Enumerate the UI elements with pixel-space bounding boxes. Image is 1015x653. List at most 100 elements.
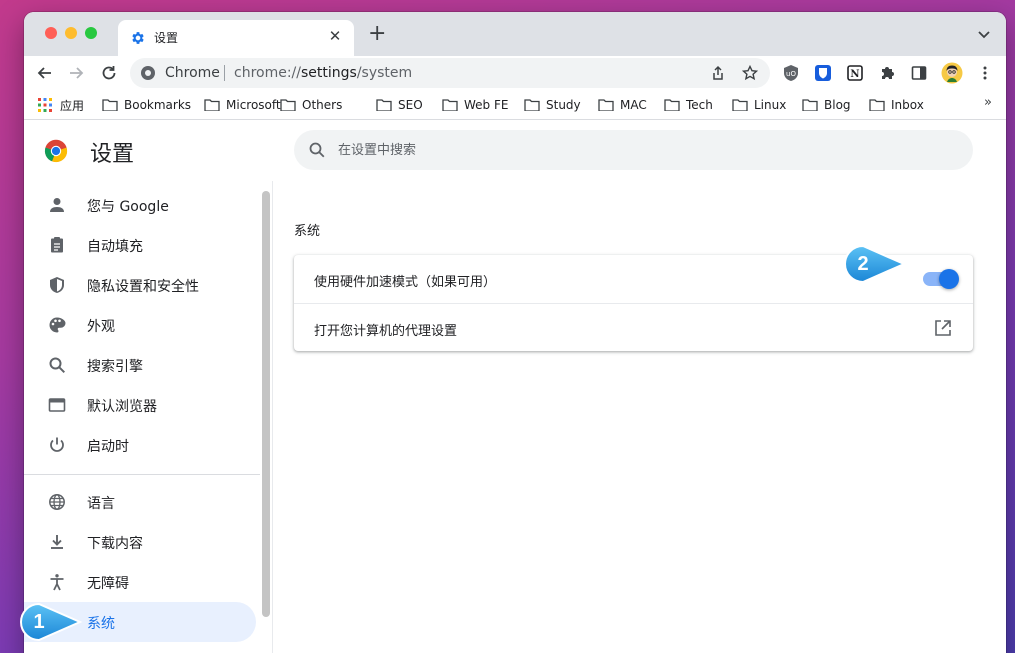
bookmark-label: Microsoft <box>226 98 281 112</box>
bookmark-folder-microsoft[interactable]: Microsoft <box>204 96 281 114</box>
power-icon <box>48 436 66 454</box>
hardware-acceleration-label: 使用硬件加速模式（如果可用） <box>314 275 497 290</box>
sidebar-item-accessibility[interactable]: 无障碍 <box>24 562 256 602</box>
sidebar-item-label: 启动时 <box>87 439 129 455</box>
reload-icon[interactable] <box>98 62 120 84</box>
bookmark-star-icon[interactable] <box>741 64 759 81</box>
folder-icon <box>598 99 614 111</box>
search-icon <box>48 356 66 374</box>
bookmark-folder-web-fe[interactable]: Web FE <box>442 96 508 114</box>
bookmark-label: SEO <box>398 98 423 112</box>
clipboard-icon <box>48 236 66 254</box>
forward-arrow-icon[interactable] <box>65 62 87 84</box>
sidebar-item-label: 无障碍 <box>87 576 129 592</box>
sidebar-item-palette[interactable]: 外观 <box>24 305 256 345</box>
chrome-logo-icon <box>44 139 68 163</box>
omnibox-separator <box>224 65 225 81</box>
svg-text:N: N <box>850 69 859 80</box>
zoom-window-button[interactable] <box>85 27 97 39</box>
sidebar-item-globe[interactable]: 语言 <box>24 482 256 522</box>
sidebar-item-search[interactable]: 搜索引擎 <box>24 345 256 385</box>
bookmarks-bar: 应用 Bookmarks Microsoft Others SEO Web FE Stud… <box>24 90 1006 120</box>
url-prefix: chrome:// <box>234 65 301 81</box>
sidebar-scrollbar[interactable] <box>262 191 270 617</box>
tab-settings[interactable]: 设置 ✕ <box>118 20 354 56</box>
folder-icon <box>664 99 680 111</box>
hardware-acceleration-toggle[interactable] <box>923 269 959 289</box>
callout-badge-2: 2 <box>844 245 907 283</box>
url-host: settings <box>301 65 357 81</box>
bookmark-label: Others <box>302 98 343 112</box>
settings-search-bar[interactable] <box>294 130 973 170</box>
tab-strip: 设置 ✕ + <box>24 12 1006 56</box>
share-icon[interactable] <box>710 65 726 81</box>
sidebar-item-label: 默认浏览器 <box>87 399 157 415</box>
accessibility-icon <box>48 573 66 591</box>
bookmark-folder-seo[interactable]: SEO <box>376 96 423 114</box>
sidebar-item-download[interactable]: 下载内容 <box>24 522 256 562</box>
bookmark-label: Blog <box>824 98 851 112</box>
sidebar-item-label: 搜索引擎 <box>87 359 143 375</box>
tab-title: 设置 <box>154 31 179 45</box>
bitwarden-extension-icon[interactable] <box>814 64 832 82</box>
bookmark-folder-study[interactable]: Study <box>524 96 581 114</box>
sidebar-item-label: 下载内容 <box>87 536 143 552</box>
side-panel-icon[interactable] <box>910 64 928 82</box>
bookmark-folder-others[interactable]: Others <box>280 96 342 114</box>
settings-sidebar: 您与 Google 自动填充隐私设置和安全性外观搜索引擎默认浏览器启动时语言下载内… <box>24 181 260 653</box>
bookmark-label: Bookmarks <box>124 98 192 112</box>
bookmark-apps[interactable]: 应用 <box>38 96 84 114</box>
ublock-extension-icon[interactable]: uO <box>782 64 800 82</box>
content-divider <box>272 181 273 653</box>
bookmark-folder-bookmarks[interactable]: Bookmarks <box>102 96 191 114</box>
bookmark-folder-tech[interactable]: Tech <box>664 96 713 114</box>
bookmark-label: Study <box>546 98 581 112</box>
bookmark-folder-blog[interactable]: Blog <box>802 96 851 114</box>
sidebar-item-shield[interactable]: 隐私设置和安全性 <box>24 265 256 305</box>
person-icon <box>48 196 66 214</box>
bookmark-label: 应用 <box>60 98 85 113</box>
omnibox[interactable]: Chrome chrome://settings/system <box>130 58 770 88</box>
callout-badge-1: 1 <box>20 603 83 641</box>
settings-search-input[interactable] <box>338 130 938 170</box>
sidebar-item-clipboard[interactable]: 自动填充 <box>24 225 256 265</box>
sidebar-item-label: 语言 <box>87 496 115 512</box>
bookmarks-overflow-chevron[interactable]: » <box>984 95 992 110</box>
sidebar-item-person[interactable]: 您与 Google <box>24 185 256 225</box>
sidebar-divider <box>24 474 260 475</box>
page-title: 设置 <box>90 142 135 167</box>
sidebar-item-label: 自动填充 <box>87 239 143 255</box>
bookmark-label: Tech <box>686 98 713 112</box>
proxy-settings-label: 打开您计算机的代理设置 <box>314 324 458 339</box>
puzzle-extensions-icon[interactable] <box>878 64 896 82</box>
folder-icon <box>280 99 296 111</box>
notion-extension-icon[interactable]: N <box>846 64 864 82</box>
bookmark-label: Linux <box>754 98 787 112</box>
back-arrow-icon[interactable] <box>34 62 56 84</box>
bookmark-folder-mac[interactable]: MAC <box>598 96 647 114</box>
chevron-down-icon[interactable] <box>976 26 992 42</box>
close-window-button[interactable] <box>45 27 57 39</box>
callout-number: 2 <box>857 253 869 275</box>
close-tab-icon[interactable]: ✕ <box>326 27 344 45</box>
gear-icon <box>130 30 146 46</box>
new-tab-button[interactable]: + <box>368 22 386 46</box>
proxy-settings-row[interactable]: 打开您计算机的代理设置 <box>294 303 973 351</box>
download-icon <box>48 533 66 551</box>
bookmark-folder-linux[interactable]: Linux <box>732 96 786 114</box>
minimize-window-button[interactable] <box>65 27 77 39</box>
callout-number: 1 <box>33 611 45 633</box>
external-link-icon[interactable] <box>933 318 953 338</box>
sidebar-item-label: 隐私设置和安全性 <box>87 279 199 295</box>
palette-icon <box>48 316 66 334</box>
sidebar-item-browser-window[interactable]: 默认浏览器 <box>24 385 256 425</box>
bookmark-folder-inbox[interactable]: Inbox <box>869 96 924 114</box>
folder-icon <box>524 99 540 111</box>
sidebar-item-label: 系统 <box>87 616 115 632</box>
more-vertical-icon[interactable] <box>976 64 994 82</box>
sidebar-item-power[interactable]: 启动时 <box>24 425 256 465</box>
profile-avatar-icon[interactable] <box>941 62 963 84</box>
toolbar: Chrome chrome://settings/system uO N <box>24 56 1006 90</box>
url-text[interactable]: chrome://settings/system <box>234 65 412 81</box>
folder-icon <box>732 99 748 111</box>
